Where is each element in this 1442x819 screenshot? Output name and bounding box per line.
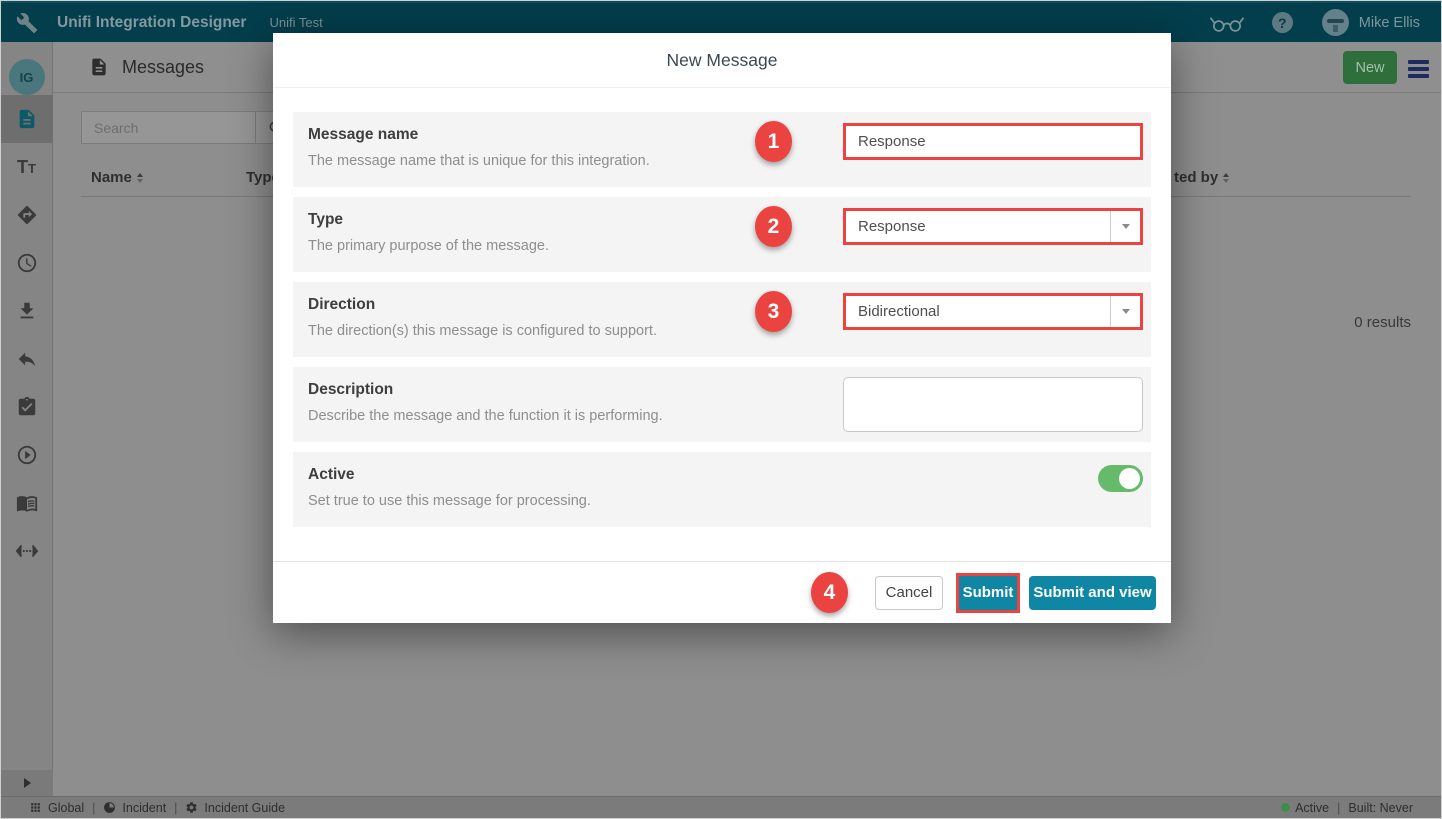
annotation-badge-1: 1: [755, 121, 792, 162]
avatar-chin: [1333, 25, 1338, 32]
sidebar-item-code[interactable]: [1, 527, 53, 575]
integration-avatar[interactable]: IG: [9, 59, 45, 95]
page-title: Messages: [122, 57, 204, 78]
annotation-badge-2: 2: [755, 206, 792, 247]
sort-icon: [137, 173, 143, 183]
left-sidebar: IG Tt: [1, 42, 53, 796]
type-select[interactable]: Response: [843, 208, 1143, 245]
grid-icon: [29, 801, 42, 814]
type-select-value: Response: [846, 218, 1110, 235]
user-avatar[interactable]: [1322, 9, 1349, 36]
search-bar: [81, 111, 296, 144]
scope-incident[interactable]: Incident: [103, 801, 166, 815]
text-icon: Tt: [17, 157, 36, 178]
new-button[interactable]: New: [1343, 51, 1397, 84]
new-message-dialog: New Message Message name The message nam…: [273, 33, 1171, 623]
tasks-icon: [16, 396, 38, 418]
scope-global[interactable]: Global: [29, 801, 84, 815]
sidebar-item-responses[interactable]: [1, 335, 53, 383]
active-toggle[interactable]: [1098, 465, 1143, 492]
dialog-footer: 4 Cancel Submit Submit and view: [273, 561, 1171, 623]
chevron-right-icon: [24, 778, 31, 788]
sidebar-item-messages[interactable]: [1, 95, 53, 143]
status-bar: Global | Incident | Incident Guide Activ…: [1, 796, 1441, 818]
user-name[interactable]: Mike Ellis: [1359, 15, 1420, 31]
messages-icon: [89, 57, 109, 77]
app-title: Unifi Integration Designer: [57, 14, 246, 32]
field-description: Set true to use this message for process…: [308, 493, 1151, 509]
toggle-knob: [1119, 468, 1140, 489]
field-row-message-name: Message name The message name that is un…: [293, 112, 1151, 187]
dialog-title: New Message: [273, 33, 1171, 88]
sidebar-item-import[interactable]: [1, 287, 53, 335]
direction-select[interactable]: Bidirectional: [843, 293, 1143, 330]
reply-icon: [16, 348, 38, 370]
sidebar-item-fields[interactable]: Tt: [1, 143, 53, 191]
documentation-icon: [16, 492, 38, 514]
active-status-dot: [1281, 803, 1290, 812]
avatar-glasses: [1327, 19, 1344, 23]
annotation-badge-3: 3: [755, 291, 792, 332]
wrench-icon: [16, 12, 38, 34]
dropdown-button[interactable]: [1110, 296, 1140, 327]
results-count: 0 results: [1354, 314, 1411, 331]
direction-select-value: Bidirectional: [846, 303, 1110, 320]
sidebar-expand-button[interactable]: [1, 770, 53, 796]
sort-icon: [1223, 173, 1229, 183]
sidebar-item-tasks[interactable]: [1, 383, 53, 431]
field-row-active: Active Set true to use this message for …: [293, 452, 1151, 527]
dialog-form: Message name The message name that is un…: [293, 112, 1151, 537]
chevron-down-icon: [1122, 309, 1130, 314]
history-icon: [16, 252, 38, 274]
sidebar-item-run[interactable]: [1, 431, 53, 479]
annotation-highlight-submit: Submit: [956, 573, 1020, 613]
column-header-name[interactable]: Name: [91, 169, 143, 186]
scope-incident-guide[interactable]: Incident Guide: [185, 801, 285, 815]
documents-icon: [16, 108, 38, 130]
process-icon: [16, 204, 38, 226]
search-input[interactable]: [81, 111, 256, 144]
glasses-icon[interactable]: [1209, 13, 1245, 33]
sidebar-item-history[interactable]: [1, 239, 53, 287]
column-header-updated-by[interactable]: ted by: [1174, 169, 1229, 186]
sidebar-item-documentation[interactable]: [1, 479, 53, 527]
description-textarea[interactable]: [843, 377, 1143, 432]
dropdown-button[interactable]: [1110, 211, 1140, 242]
built-status: Built: Never: [1348, 801, 1413, 815]
submit-and-view-button[interactable]: Submit and view: [1029, 576, 1156, 610]
chevron-down-icon: [1122, 224, 1130, 229]
field-label: Active: [308, 466, 1151, 484]
code-icon: [15, 540, 39, 562]
sidebar-item-processes[interactable]: [1, 191, 53, 239]
active-status: Active: [1295, 801, 1329, 815]
workspace-name[interactable]: Unifi Test: [269, 15, 322, 30]
field-row-direction: Direction The direction(s) this message …: [293, 282, 1151, 357]
menu-icon[interactable]: [1408, 60, 1429, 78]
run-icon: [16, 444, 38, 466]
top-bar-actions: ? Mike Ellis: [1209, 9, 1441, 36]
cancel-button[interactable]: Cancel: [875, 576, 943, 610]
submit-button[interactable]: Submit: [959, 576, 1017, 610]
gear-icon: [185, 801, 198, 814]
field-row-description: Description Describe the message and the…: [293, 367, 1151, 442]
download-icon: [16, 300, 38, 322]
help-icon[interactable]: ?: [1272, 12, 1293, 33]
app-window: Unifi Integration Designer Unifi Test ? …: [0, 0, 1442, 819]
message-name-input[interactable]: [843, 123, 1143, 160]
field-row-type: Type The primary purpose of the message.…: [293, 197, 1151, 272]
incident-icon: [103, 801, 116, 814]
annotation-badge-4: 4: [811, 572, 848, 613]
